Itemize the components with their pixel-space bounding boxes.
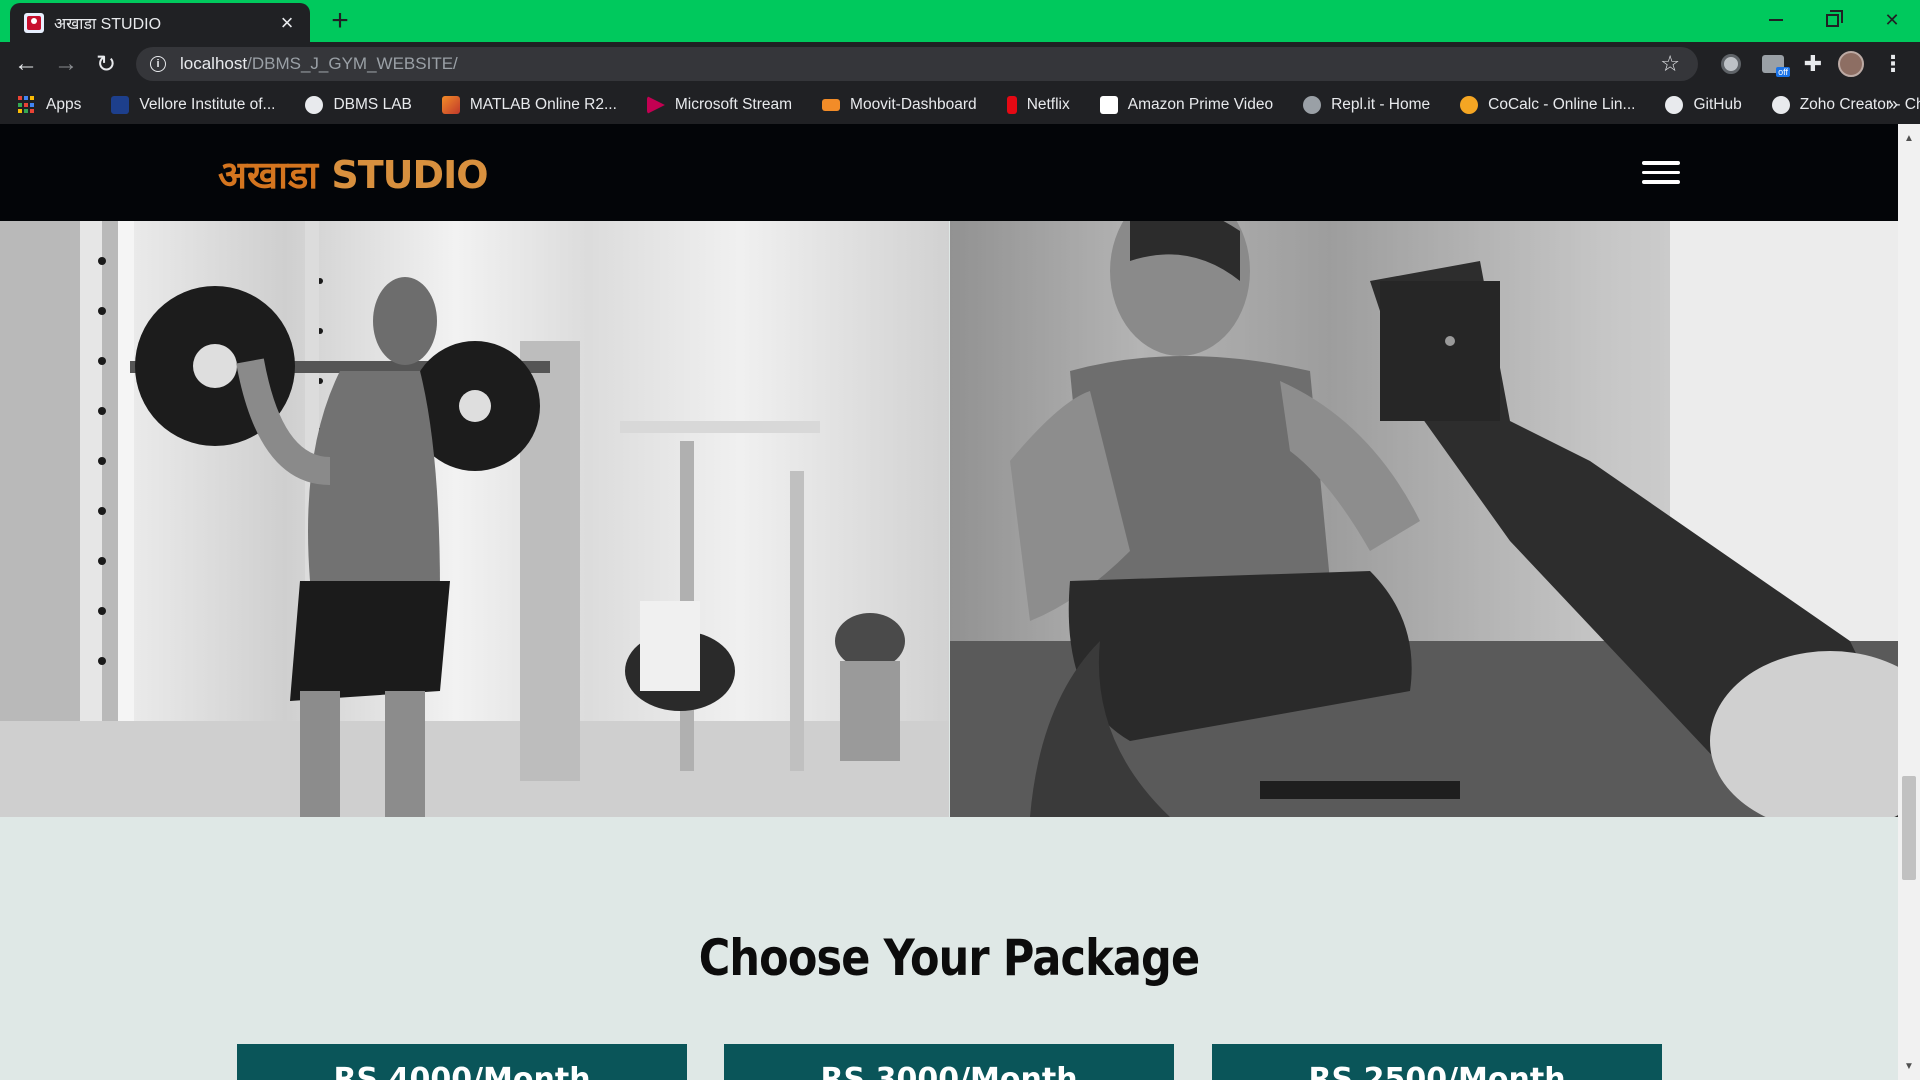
bookmark-replit[interactable]: Repl.it - Home [1303,96,1430,114]
new-tab-button[interactable]: + [325,6,355,36]
extension-round-icon [1721,54,1741,74]
matlab-icon [441,96,460,114]
bookmark-label: Netflix [1026,96,1070,113]
arrow-right-icon: → [54,50,78,77]
plan-price: RS 4000/Month [333,1062,591,1080]
hamburger-icon[interactable] [1642,161,1680,184]
scroll-up-icon[interactable]: ▲ [1898,128,1920,148]
shopping-cart-icon: off [1762,55,1790,77]
bookmark-netflix[interactable]: Netflix [1006,96,1070,114]
tab-title: अखाडा STUDIO [54,15,162,33]
amazon-icon [1099,96,1118,114]
plan-price: RS 2500/Month [1308,1062,1566,1080]
bookmark-ms-stream[interactable]: Microsoft Stream [646,96,793,114]
bookmark-label: Microsoft Stream [674,96,793,113]
plan-card[interactable]: RS 2500/Month [1212,1044,1662,1080]
extension-button[interactable] [1718,51,1744,77]
bookmark-vit[interactable]: Vellore Institute of... [111,96,275,114]
plan-card[interactable]: RS 3000/Month [724,1044,1174,1080]
forward-button[interactable]: → [50,48,82,80]
bookmark-moovit[interactable]: Moovit-Dashboard [822,96,977,114]
more-bookmarks-icon[interactable]: » [1888,94,1898,115]
bookmark-label: MATLAB Online R2... [469,96,617,113]
globe-icon [1771,96,1790,114]
browser-tabstrip: अखाडा STUDIO × + ✕ [0,0,1920,42]
url-path: /DBMS_J_GYM_WEBSITE/ [247,54,458,73]
site-info-icon[interactable]: i [150,56,166,72]
bookmark-label: Repl.it - Home [1331,96,1431,113]
cocalc-icon [1460,96,1479,114]
close-window-button[interactable]: ✕ [1864,0,1920,40]
stream-icon [646,96,665,114]
puzzle-icon: ✚ [1803,51,1823,76]
woman-rowing-machine-photo [950,221,1898,817]
bookmark-label: Vellore Institute of... [139,96,276,113]
scroll-down-icon[interactable]: ▼ [1898,1056,1920,1076]
plan-card[interactable]: RS 4000/Month [237,1044,687,1080]
logo-devanagari: अखाडा [218,153,319,197]
restore-button[interactable] [1804,0,1860,40]
close-icon: ✕ [1884,9,1900,30]
gym-photos [0,221,1898,817]
logo-latin: STUDIO [331,153,488,197]
bookmark-apps[interactable]: Apps [18,96,81,114]
url-host: localhost [180,54,248,73]
bookmark-github[interactable]: GitHub [1665,96,1742,114]
bookmark-label: DBMS LAB [333,96,412,113]
site-header: अखाडा STUDIO [0,124,1898,221]
bookmark-cocalc[interactable]: CoCalc - Online Lin... [1460,96,1635,114]
extension-button[interactable]: off [1760,51,1790,77]
bookmarks-bar: Apps Vellore Institute of... DBMS LAB MA… [0,86,1920,124]
arrow-left-icon: ← [14,50,38,77]
browser-toolbar: ← → ↻ i localhost /DBMS_J_GYM_WEBSITE/ ☆… [0,42,1920,86]
bookmark-label: CoCalc - Online Lin... [1488,96,1636,113]
replit-icon [1303,96,1322,114]
github-icon [1665,96,1684,114]
rowing-illustration [950,221,1898,817]
bookmark-matlab[interactable]: MATLAB Online R2... [441,96,617,114]
back-button[interactable]: ← [10,48,42,80]
bookmark-star-icon[interactable]: ☆ [1660,51,1680,77]
page-scrollbar[interactable]: ▲ ▼ [1898,124,1920,1080]
profile-button[interactable] [1838,51,1864,77]
man-squat-barbell-photo [0,221,949,817]
plan-price: RS 3000/Month [820,1062,1078,1080]
site-logo[interactable]: अखाडा STUDIO [218,148,489,200]
bookmark-label: Moovit-Dashboard [850,96,977,113]
browser-tab[interactable]: अखाडा STUDIO × [10,3,310,42]
bookmark-dbms-lab[interactable]: DBMS LAB [305,96,412,114]
scroll-thumb[interactable] [1902,776,1916,880]
bookmark-label: Apps [46,96,82,113]
reload-icon: ↻ [95,50,117,78]
close-tab-icon[interactable]: × [276,11,298,34]
more-vert-icon: ⋮ [1882,51,1904,76]
browser-menu-button[interactable]: ⋮ [1880,51,1906,77]
off-badge: off [1776,67,1790,77]
squat-illustration [0,221,949,817]
restore-icon [1825,9,1843,27]
avatar [1838,51,1864,77]
globe-icon [305,96,324,114]
bookmark-prime-video[interactable]: Amazon Prime Video [1099,96,1274,114]
vit-icon [111,96,130,114]
extensions-menu-button[interactable]: ✚ [1800,51,1826,77]
bookmark-label: GitHub [1693,96,1742,113]
bookmark-label: Amazon Prime Video [1127,96,1274,113]
minimize-icon [1769,19,1783,21]
address-bar[interactable]: i localhost /DBMS_J_GYM_WEBSITE/ ☆ [136,47,1698,81]
bookmark-label: Zoho Creator - Che... [1799,96,1920,113]
pricing-title: Choose Your Package [698,929,1200,987]
page-viewport: अखाडा STUDIO Choose Your Package RS 4000… [0,124,1898,1080]
reload-button[interactable]: ↻ [90,48,122,80]
netflix-icon [1006,96,1017,114]
moovit-icon [822,99,841,111]
gym-favicon-icon [24,12,44,33]
minimize-button[interactable] [1748,0,1804,40]
apps-grid-icon [18,96,36,114]
